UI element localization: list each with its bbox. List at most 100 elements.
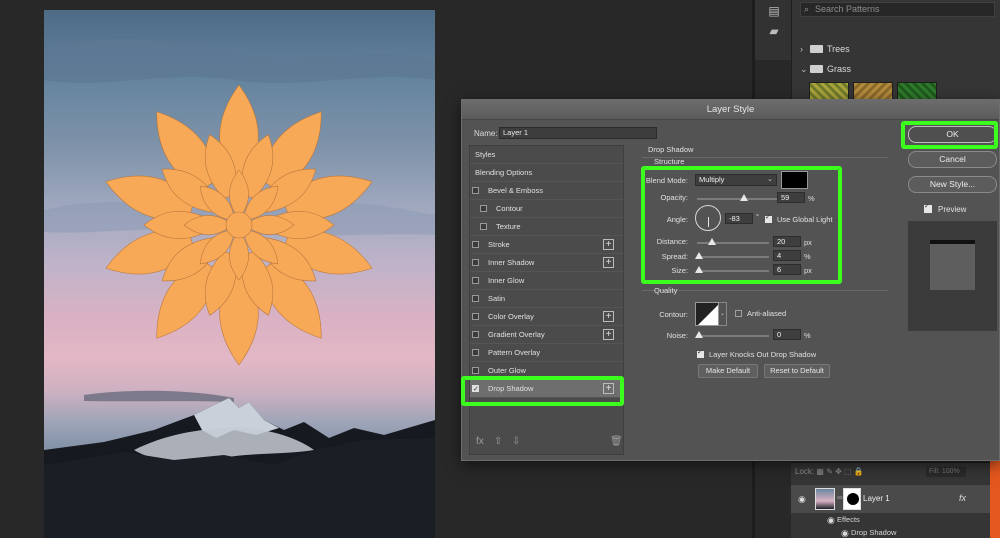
style-checkbox[interactable] [472,313,479,320]
style-item-bevel-emboss[interactable]: Bevel & Emboss [470,182,623,200]
preview-toggle[interactable]: Preview [924,202,967,214]
layers-panel: Lock: ▦ ✎ ✥ ⬚ 🔒 Fill: 100% ◉ ∞ Layer 1 f… [791,462,990,538]
make-default-button[interactable]: Make Default [698,364,758,378]
new-style-button[interactable]: New Style... [908,176,997,193]
style-item-inner-glow[interactable]: Inner Glow [470,272,623,290]
effects-row[interactable]: Effects [837,515,860,524]
noise-label: Noise: [666,331,688,340]
pattern-swatch[interactable] [897,82,937,100]
folder-icon [810,65,823,73]
pattern-swatch[interactable] [853,82,893,100]
anti-aliased-checkbox[interactable] [735,310,742,317]
name-field[interactable]: Layer 1 [499,127,657,139]
layer-name[interactable]: Layer 1 [863,494,890,503]
style-item-label: Inner Shadow [488,258,535,267]
style-checkbox[interactable] [472,259,479,266]
accent-strip [990,460,1000,538]
effects-eye-icon[interactable]: ◉ [827,515,835,526]
visibility-eye-icon[interactable]: ◉ [798,494,806,505]
chevron-down-icon[interactable]: ⌄ [719,302,727,326]
search-icon: ⌕ [804,4,810,14]
noise-slider[interactable] [695,331,769,338]
style-item-label: Pattern Overlay [488,348,541,357]
contour-label: Contour: [659,310,688,319]
style-item-pattern-overlay[interactable]: Pattern Overlay [470,344,623,362]
style-checkbox[interactable] [472,187,479,194]
add-effect-plus-icon[interactable]: + [603,329,614,340]
comments-icon[interactable]: ▰ [767,24,781,38]
layer-thumbnail[interactable] [815,488,835,510]
style-item-stroke[interactable]: Stroke + [470,236,623,254]
fill-field[interactable]: Fill: 100% [926,467,966,477]
style-item-color-overlay[interactable]: Color Overlay + [470,308,623,326]
dialog-title[interactable]: Layer Style [462,100,999,120]
add-effect-plus-icon[interactable]: + [603,257,614,268]
style-item-contour[interactable]: Contour [470,200,623,218]
move-up-icon[interactable]: ⇧ [494,436,502,447]
style-item-blending-options[interactable]: Blending Options [470,164,623,182]
knocks-out-checkbox[interactable] [697,348,704,358]
style-item-label: Blending Options [475,168,533,177]
style-item-styles[interactable]: Styles [470,146,623,164]
style-checkbox[interactable] [472,295,479,302]
noise-unit: % [804,331,811,340]
pattern-search-placeholder: Search Patterns [815,4,880,14]
delete-trash-icon[interactable]: 🗑 [610,436,623,447]
style-checkbox[interactable] [480,223,487,230]
highlight-ok-button [901,121,998,149]
link-icon[interactable]: ∞ [837,493,843,502]
style-item-label: Stroke [488,240,510,249]
cancel-button[interactable]: Cancel [908,151,997,168]
photoshop-window: ▤ ▰ ⌕ Search Patterns › Trees ⌄ Grass Lock… [0,0,1000,538]
move-down-icon[interactable]: ⇩ [512,436,520,447]
structure-title: Structure [654,157,685,166]
add-effect-plus-icon[interactable]: + [603,239,614,250]
style-item-label: Styles [475,150,496,159]
drop-shadow-row[interactable]: Drop Shadow [851,528,896,537]
patterns-panel: ⌕ Search Patterns › Trees ⌄ Grass [791,0,1000,100]
layer-row-layer-1[interactable]: ◉ ∞ Layer 1 fx [791,485,990,513]
contour-picker[interactable] [695,302,719,326]
fx-menu-icon[interactable]: fx [476,436,484,447]
pattern-swatch[interactable] [809,82,849,100]
artwork [44,38,435,538]
style-checkbox[interactable] [480,205,487,212]
style-item-label: Gradient Overlay [488,330,545,339]
lock-row: Lock: ▦ ✎ ✥ ⬚ 🔒 [795,467,864,476]
style-checkbox[interactable] [472,241,479,248]
noise-slider-handle[interactable] [695,331,703,338]
lock-icons[interactable]: ▦ ✎ ✥ ⬚ 🔒 [816,467,863,476]
styles-list-footer: fx ⇧ ⇩ 🗑 [470,432,623,454]
fx-icon[interactable]: fx [959,493,966,503]
style-checkbox[interactable] [472,367,479,374]
layer-mask-thumbnail[interactable] [843,488,861,510]
noise-input[interactable]: 0 [773,329,801,340]
pattern-group-label: Grass [827,64,852,74]
add-effect-plus-icon[interactable]: + [603,311,614,322]
pattern-group-grass[interactable]: ⌄ Grass [800,60,851,78]
preview-label: Preview [938,205,967,214]
panel-icon-column: ▤ ▰ [755,0,791,60]
reset-to-default-button[interactable]: Reset to Default [764,364,830,378]
chevron-down-icon: ⌄ [800,64,808,74]
style-checkbox[interactable] [472,349,479,356]
style-item-gradient-overlay[interactable]: Gradient Overlay + [470,326,623,344]
canvas-document[interactable] [44,10,435,538]
style-item-label: Bevel & Emboss [488,186,544,195]
section-title: Drop Shadow [648,145,694,154]
style-item-label: Texture [496,222,521,231]
pattern-search-input[interactable]: ⌕ Search Patterns [800,2,995,17]
style-checkbox[interactable] [472,277,479,284]
styles-list: Styles Blending Options Bevel & Emboss Cont… [469,145,624,455]
drop-shadow-eye-icon[interactable]: ◉ [841,528,849,538]
style-item-texture[interactable]: Texture [470,218,623,236]
style-item-inner-shadow[interactable]: Inner Shadow + [470,254,623,272]
pattern-group-trees[interactable]: › Trees [800,40,850,58]
libraries-icon[interactable]: ▤ [767,4,781,18]
preview-checkbox[interactable] [924,202,932,213]
style-item-satin[interactable]: Satin [470,290,623,308]
highlight-drop-shadow-item [461,376,624,406]
style-item-label: Inner Glow [488,276,525,285]
lock-label: Lock: [795,467,815,476]
style-checkbox[interactable] [472,331,479,338]
